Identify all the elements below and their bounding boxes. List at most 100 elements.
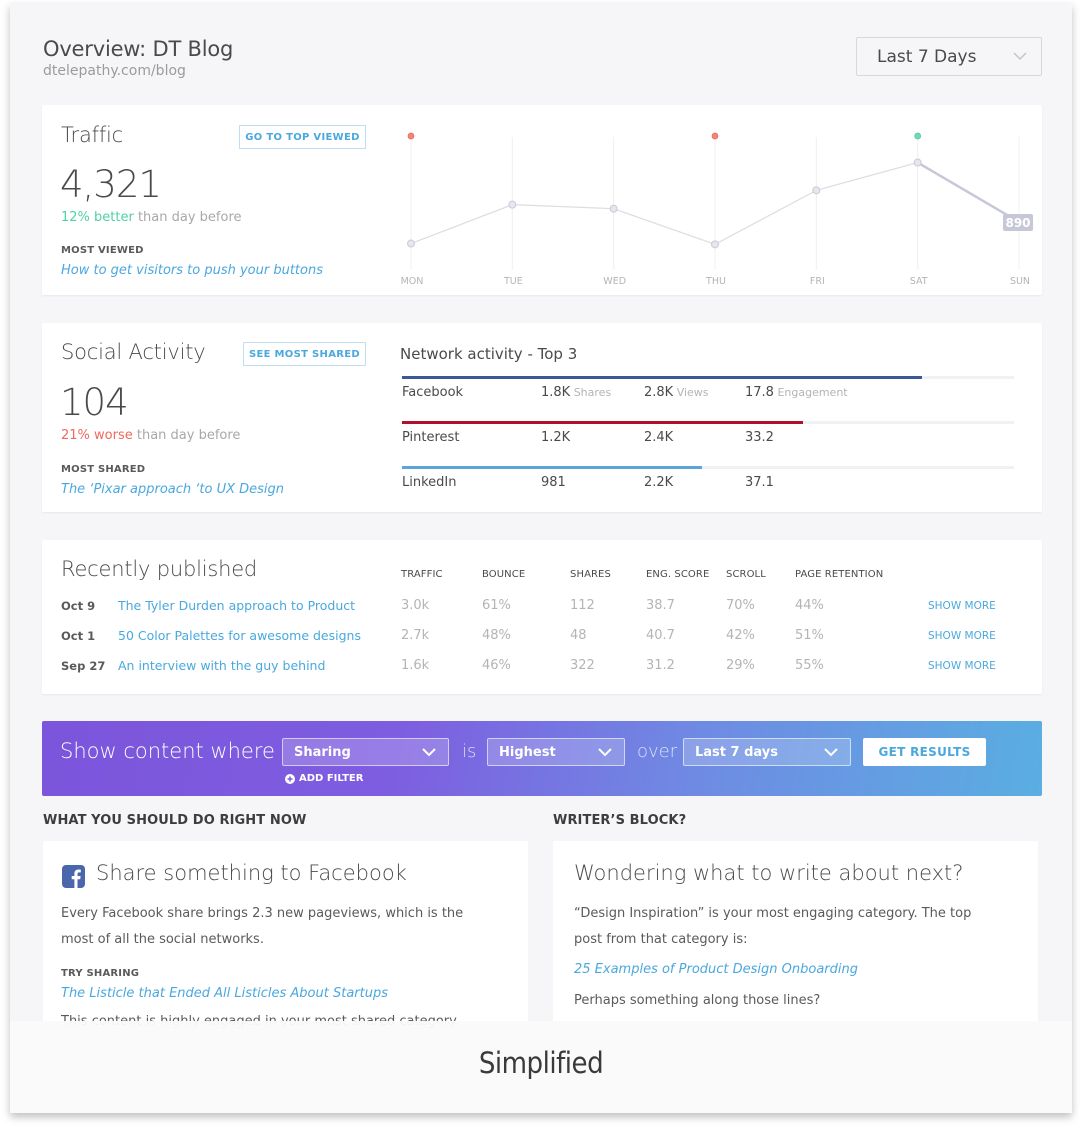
- network-views: 2.8K Views: [644, 385, 709, 400]
- traffic-delta-value: 12% better: [61, 210, 134, 225]
- data-point: [913, 158, 922, 167]
- negative-marker: [407, 132, 415, 140]
- post-title-link[interactable]: 50 Color Palettes for awesome designs: [118, 628, 361, 643]
- data-point: [407, 239, 415, 248]
- metric-cell: 48%: [482, 628, 511, 643]
- data-point: [609, 204, 618, 213]
- recently-published-title: Recently published: [61, 557, 258, 581]
- writers-block-body-line2: post from that category is:: [574, 932, 748, 947]
- line-segment: [613, 208, 716, 245]
- metric-cell: 3.0k: [401, 598, 430, 613]
- metric-cell: 70%: [726, 598, 755, 613]
- network-engagement-value: 17.8: [745, 385, 774, 400]
- post-date: Sep 27: [61, 659, 106, 673]
- positive-marker: [914, 132, 922, 140]
- network-shares-value: 1.8K: [541, 385, 571, 400]
- metric-cell: 51%: [795, 628, 824, 643]
- metric-cell: 46%: [482, 658, 511, 673]
- metric-cell: 29%: [726, 658, 755, 673]
- post-title-link[interactable]: An interview with the guy behind: [118, 658, 325, 673]
- add-filter-label: ADD FILTER: [299, 773, 364, 784]
- show-more-link[interactable]: SHOW MORE: [928, 600, 996, 612]
- column-header: ENG. SCORE: [646, 569, 710, 580]
- recently-published-card: Recently published TRAFFIC BOUNCE SHARES EN…: [42, 540, 1042, 694]
- condition-select[interactable]: Highest: [487, 738, 625, 766]
- go-to-top-viewed-button[interactable]: GO TO TOP VIEWED: [239, 125, 366, 149]
- most-viewed-label: MOST VIEWED: [61, 245, 144, 256]
- x-tick-label: FRI: [810, 276, 825, 287]
- see-most-shared-button[interactable]: SEE MOST SHARED: [243, 342, 366, 366]
- writers-block-section-label: WRITER’S BLOCK?: [553, 813, 687, 828]
- network-views-value: 2.2K: [644, 475, 674, 490]
- date-range-value: Last 7 Days: [877, 46, 977, 67]
- x-tick-label: TUE: [503, 276, 523, 287]
- most-viewed-link[interactable]: How to get visitors to push your buttons: [61, 263, 323, 278]
- network-engagement-value: 33.2: [745, 430, 774, 445]
- metric-select-value: Sharing: [294, 744, 351, 760]
- negative-marker: [711, 132, 719, 140]
- metric-select[interactable]: Sharing: [282, 738, 449, 766]
- social-delta-value: 21% worse: [61, 428, 133, 443]
- social-delta-suffix: than day before: [132, 428, 241, 443]
- show-more-link[interactable]: SHOW MORE: [928, 630, 996, 642]
- metric-cell: 2.7k: [401, 628, 430, 643]
- most-shared-link[interactable]: The ‘Pixar approach ‘to UX Design: [61, 482, 284, 497]
- network-row: LinkedIn 981 2.2K 37.1: [402, 466, 1014, 506]
- writers-block-title: Wondering what to write about next?: [574, 861, 964, 885]
- line-segment: [816, 161, 918, 191]
- post-date: Oct 9: [61, 599, 96, 613]
- metric-cell: 112: [570, 598, 595, 613]
- content-filter-bar: Show content where Sharing is Highest ov…: [42, 721, 1042, 796]
- network-engagement-unit: Engagement: [773, 386, 848, 399]
- network-views: 2.4K: [644, 430, 673, 445]
- page-subtitle: dtelepathy.com/blog: [43, 63, 186, 79]
- metric-cell: 48: [570, 628, 587, 643]
- writers-block-link[interactable]: 25 Examples of Product Design Onboarding: [574, 962, 858, 977]
- facebook-icon: [62, 865, 85, 888]
- network-views-value: 2.4K: [644, 430, 674, 445]
- network-engagement-value: 37.1: [745, 475, 774, 490]
- x-tick-label: WED: [603, 276, 626, 287]
- post-title-link[interactable]: The Tyler Durden approach to Product: [118, 598, 355, 613]
- writers-block-body: “Design Inspiration” is your most engagi…: [574, 901, 971, 953]
- table-row: Sep 27 An interview with the guy behind 1.…: [42, 657, 1042, 677]
- network-engagement: 33.2: [745, 430, 774, 445]
- actions-section-label: WHAT YOU SHOULD DO RIGHT NOW: [43, 813, 307, 828]
- chevron-down-icon: [1013, 52, 1027, 61]
- network-activity-title: Network activity - Top 3: [400, 345, 578, 363]
- line-segment: [410, 204, 513, 245]
- network-views: 2.2K: [644, 475, 673, 490]
- network-shares: 1.8K Shares: [541, 385, 611, 400]
- metric-cell: 42%: [726, 628, 755, 643]
- facebook-action-body-line2: most of all the social networks.: [61, 932, 264, 947]
- date-range-select[interactable]: Last 7 Days: [856, 37, 1042, 76]
- metric-cell: 31.2: [646, 658, 675, 673]
- network-row: Facebook 1.8K Shares 2.8K Views 17.8 Engage…: [402, 376, 1014, 416]
- facebook-action-body: Every Facebook share brings 2.3 new page…: [61, 901, 463, 953]
- metric-cell: 44%: [795, 598, 824, 613]
- metric-cell: 55%: [795, 658, 824, 673]
- traffic-card: Traffic GO TO TOP VIEWED 4,321 12% bette…: [42, 105, 1042, 295]
- add-filter-button[interactable]: ADD FILTER: [285, 773, 363, 784]
- get-results-button[interactable]: GET RESULTS: [863, 738, 986, 766]
- network-shares-value: 1.2K: [541, 430, 571, 445]
- social-activity-card: Social Activity SEE MOST SHARED 104 21% …: [42, 323, 1042, 512]
- show-more-link[interactable]: SHOW MORE: [928, 660, 996, 672]
- network-shares-unit: Shares: [570, 386, 612, 399]
- data-point: [812, 186, 821, 195]
- try-sharing-link[interactable]: The Listicle that Ended All Listicles Ab…: [61, 986, 388, 1001]
- page-title: Overview: DT Blog: [43, 37, 234, 61]
- network-shares-value: 981: [541, 475, 566, 490]
- data-point: [508, 200, 517, 209]
- network-views-value: 2.8K: [644, 385, 674, 400]
- network-name: LinkedIn: [402, 475, 457, 490]
- network-views-unit: Views: [673, 386, 709, 399]
- network-bar-fill: [402, 466, 702, 469]
- try-sharing-label: TRY SHARING: [61, 968, 140, 979]
- traffic-line-chart: 890 MON TUE WED THU FRI SAT SUN: [401, 132, 1033, 287]
- chevron-down-icon: [824, 748, 838, 757]
- period-select-value: Last 7 days: [695, 744, 778, 760]
- period-select[interactable]: Last 7 days: [683, 738, 851, 766]
- network-name: Pinterest: [402, 430, 460, 445]
- network-engagement: 17.8 Engagement: [745, 385, 848, 400]
